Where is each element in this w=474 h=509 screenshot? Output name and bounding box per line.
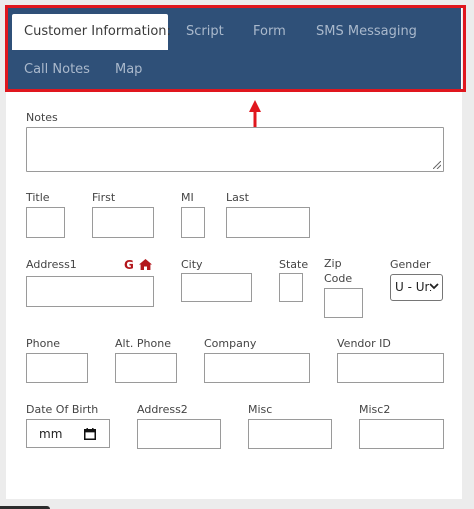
title-input[interactable] [26, 207, 65, 238]
misc-input[interactable] [248, 419, 332, 449]
date-of-birth-label: Date Of Birth [26, 403, 99, 416]
gender-label: Gender [390, 258, 431, 271]
tab-bar-highlight [5, 5, 466, 92]
alt-phone-input[interactable] [115, 353, 177, 383]
last-name-input[interactable] [226, 207, 310, 238]
last-name-label: Last [226, 191, 249, 204]
notes-textarea[interactable] [26, 127, 444, 172]
title-label: Title [26, 191, 50, 204]
date-placeholder: mm [39, 427, 63, 441]
zip-code-input[interactable] [324, 288, 363, 318]
first-name-input[interactable] [92, 207, 154, 238]
address2-label: Address2 [137, 403, 188, 416]
date-of-birth-input[interactable]: mm [26, 419, 110, 448]
address2-input[interactable] [137, 419, 221, 449]
vendor-id-label: Vendor ID [337, 337, 391, 350]
state-label: State [279, 258, 309, 271]
home-icon[interactable] [139, 259, 152, 270]
misc2-input[interactable] [359, 419, 444, 449]
notes-label: Notes [26, 111, 58, 124]
gender-select[interactable]: U - Un [390, 274, 443, 301]
vendor-id-input[interactable] [337, 353, 444, 383]
middle-initial-label: MI [181, 191, 194, 204]
alt-phone-label: Alt. Phone [115, 337, 171, 350]
company-label: Company [204, 337, 257, 350]
phone-input[interactable] [26, 353, 88, 383]
city-input[interactable] [181, 273, 252, 302]
gender-selected-value: U - Un [395, 280, 433, 294]
google-icon[interactable]: G [124, 259, 134, 272]
calendar-icon[interactable] [84, 428, 96, 440]
zip-label-line1: Zip [324, 257, 342, 270]
zip-label-line2: Code [324, 272, 353, 285]
phone-label: Phone [26, 337, 61, 350]
middle-initial-input[interactable] [181, 207, 205, 238]
chevron-down-icon [429, 282, 439, 290]
misc2-label: Misc2 [359, 403, 391, 416]
misc-label: Misc [248, 403, 273, 416]
first-name-label: First [92, 191, 116, 204]
resize-handle-icon[interactable] [433, 161, 441, 169]
company-input[interactable] [204, 353, 310, 383]
city-label: City [181, 258, 203, 271]
address1-input[interactable] [26, 276, 154, 307]
address1-label: Address1 [26, 258, 77, 271]
state-input[interactable] [279, 273, 303, 302]
